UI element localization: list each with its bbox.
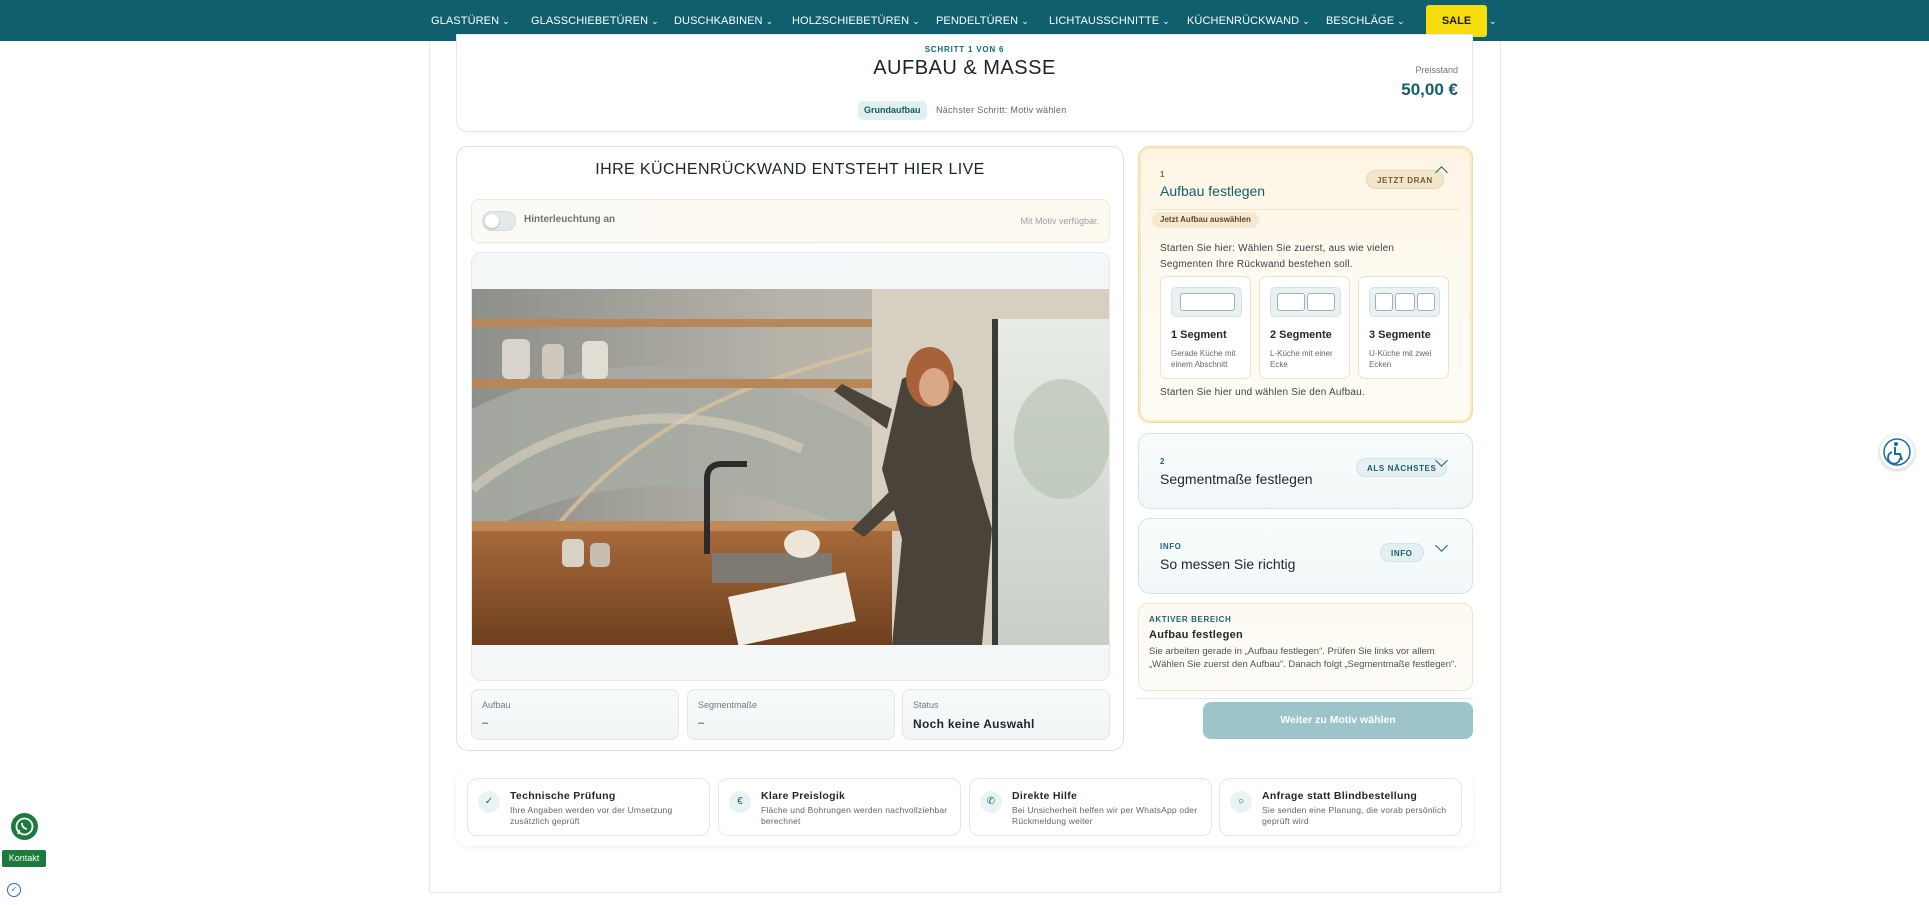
current-step-chip: Grundaufbau — [858, 101, 927, 120]
step-header: SCHRITT 1 VON 6 AUFBAU & MASSE Grundaufb… — [456, 34, 1473, 132]
option-3-segmente[interactable]: 3 Segmente U-Küche mit zwei Ecken — [1358, 276, 1449, 379]
step-number: INFO — [1160, 542, 1182, 551]
active-title: Aufbau festlegen — [1149, 629, 1244, 641]
trust-item: ○ Anfrage statt Blindbestellung Sie send… — [1219, 778, 1462, 836]
info-value: – — [698, 717, 705, 729]
price-label: Preisstand — [1415, 65, 1458, 75]
sale-button[interactable]: SALE — [1426, 5, 1487, 37]
hint-chip: Jetzt Aufbau auswählen — [1152, 212, 1259, 228]
privacy-shield-icon[interactable]: ✓ — [7, 883, 21, 897]
trust-title: Anfrage statt Blindbestellung — [1262, 790, 1418, 802]
price-value: 50,00 € — [1401, 80, 1458, 99]
step-counter: SCHRITT 1 VON 6 — [924, 45, 1005, 54]
info-label: Segmentmaße — [698, 700, 758, 710]
step-title: So messen Sie richtig — [1160, 556, 1296, 572]
step-title: Aufbau festlegen — [1160, 183, 1266, 199]
step-title: Segmentmaße festlegen — [1160, 471, 1313, 487]
step-footer-text: Starten Sie hier und wählen Sie den Aufb… — [1160, 387, 1365, 398]
trust-description: Fläche und Bohrungen werden nachvollzieh… — [761, 805, 948, 826]
step-number: 1 — [1160, 170, 1166, 179]
trust-item: ✓ Technische Prüfung Ihre Angaben werden… — [467, 778, 710, 836]
backlight-row: Hinterleuchtung an Mit Motiv verfügbar. — [471, 199, 1110, 243]
circle-icon: ○ — [1230, 791, 1252, 813]
accordion-info[interactable]: INFO So messen Sie richtig INFO — [1138, 518, 1473, 594]
backlight-label: Hinterleuchtung an — [524, 214, 616, 225]
trust-item: ✆ Direkte Hilfe Bei Unsicherheit helfen … — [969, 778, 1212, 836]
option-description: U-Küche mit zwei Ecken — [1369, 349, 1432, 369]
active-kicker: AKTIVER BEREICH — [1149, 615, 1232, 624]
trust-row: ✓ Technische Prüfung Ihre Angaben werden… — [456, 768, 1473, 846]
status-badge: INFO — [1380, 543, 1424, 562]
whatsapp-glyph — [15, 817, 34, 836]
trust-title: Technische Prüfung — [510, 790, 616, 802]
info-box-segmentmasse: Segmentmaße – — [687, 689, 895, 740]
trust-description: Bei Unsicherheit helfen wir per WhatsApp… — [1012, 805, 1198, 826]
preview-title: IHRE KÜCHENRÜCKWAND ENTSTEHT HIER LIVE — [595, 161, 985, 178]
active-area-box: AKTIVER BEREICH Aufbau festlegen Sie arb… — [1138, 603, 1473, 691]
trust-description: Sie senden eine Planung, die vorab persö… — [1262, 805, 1447, 826]
trust-item: € Klare Preislogik Fläche und Bohrungen … — [718, 778, 961, 836]
contact-button[interactable]: Kontakt — [2, 850, 46, 867]
page-title: AUFBAU & MASSE — [873, 57, 1056, 79]
whatsapp-icon[interactable] — [11, 813, 38, 840]
status-badge: JETZT DRAN — [1366, 170, 1444, 189]
option-2-segmente[interactable]: 2 Segmente L-Küche mit einer Ecke — [1259, 276, 1350, 379]
segment-icon — [1171, 287, 1242, 317]
info-box-aufbau: Aufbau – — [471, 689, 679, 740]
info-value: – — [482, 717, 489, 729]
accessibility-glyph — [1883, 438, 1911, 466]
check-icon: ✓ — [478, 791, 500, 813]
option-name: 3 Segmente — [1369, 329, 1431, 341]
step-number: 2 — [1160, 457, 1166, 466]
segment-icon — [1369, 287, 1440, 317]
option-name: 2 Segmente — [1270, 329, 1332, 341]
trust-title: Direkte Hilfe — [1012, 790, 1078, 802]
accordion-step-1[interactable]: 1 Aufbau festlegen JETZT DRAN Jetzt Aufb… — [1138, 146, 1473, 423]
chevron-down-icon[interactable] — [1435, 539, 1448, 552]
segment-icon — [1270, 287, 1341, 317]
accessibility-icon[interactable] — [1880, 435, 1914, 469]
kitchen-preview-image — [472, 289, 1109, 645]
info-label: Status — [913, 700, 939, 710]
divider — [1138, 698, 1473, 699]
accordion-step-2[interactable]: 2 Segmentmaße festlegen ALS NÄCHSTES — [1138, 433, 1473, 509]
option-description: Gerade Küche mit einem Abschnitt — [1171, 349, 1236, 369]
option-description: L-Küche mit einer Ecke — [1270, 349, 1333, 369]
preview-image-frame — [471, 252, 1110, 681]
live-preview-card: IHRE KÜCHENRÜCKWAND ENTSTEHT HIER LIVE H… — [456, 146, 1124, 751]
euro-icon: € — [729, 791, 751, 813]
chevron-down-icon[interactable]: ⌄ — [1489, 0, 1497, 41]
option-1-segment[interactable]: 1 Segment Gerade Küche mit einem Abschni… — [1160, 276, 1251, 379]
info-value: Noch keine Auswahl — [913, 717, 1035, 731]
trust-title: Klare Preislogik — [761, 790, 846, 802]
info-box-status: Status Noch keine Auswahl — [902, 689, 1110, 740]
status-badge: ALS NÄCHSTES — [1356, 458, 1448, 477]
step-intro-text: Starten Sie hier: Wählen Sie zuerst, aus… — [1160, 243, 1395, 270]
info-label: Aufbau — [482, 700, 511, 710]
backlight-toggle[interactable] — [482, 211, 516, 231]
backlight-note: Mit Motiv verfügbar. — [1020, 216, 1099, 226]
toggle-knob — [485, 214, 499, 228]
trust-description: Ihre Angaben werden vor der Umsetzung zu… — [510, 805, 673, 826]
active-description: Sie arbeiten gerade in „Aufbau festlegen… — [1149, 646, 1457, 670]
divider — [1151, 209, 1460, 210]
support-icon: ✆ — [980, 791, 1002, 813]
next-step-text: Nächster Schritt: Motiv wählen — [936, 105, 1067, 115]
option-name: 1 Segment — [1171, 329, 1227, 341]
next-motif-button[interactable]: Weiter zu Motiv wählen — [1203, 702, 1473, 739]
